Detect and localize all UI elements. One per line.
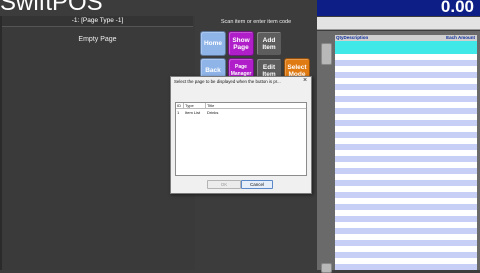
column-header-type: Type <box>185 103 194 108</box>
order-row <box>335 264 477 270</box>
page-list-header: ID Type Title <box>176 103 306 109</box>
app-title: SwiftPOS <box>0 0 103 16</box>
order-row <box>335 72 477 78</box>
scroll-up-button[interactable] <box>321 43 332 65</box>
ok-button[interactable]: OK <box>207 180 241 189</box>
scan-hint: Scan item or enter item code <box>220 19 292 25</box>
column-divider <box>205 103 206 109</box>
total-panel: 0.00 <box>317 0 480 16</box>
order-row <box>335 204 477 210</box>
close-icon[interactable]: × <box>300 76 310 86</box>
page-panel <box>0 16 195 270</box>
order-row <box>335 120 477 126</box>
item-entry-field[interactable] <box>317 17 480 30</box>
order-row <box>335 252 477 258</box>
column-header-amount: Each Amount <box>446 35 475 40</box>
row-title: Drinks <box>207 110 219 115</box>
order-row <box>335 216 477 222</box>
order-row <box>335 168 477 174</box>
order-row <box>335 180 477 186</box>
cancel-button[interactable]: Cancel <box>241 180 273 189</box>
order-row <box>335 108 477 114</box>
order-row <box>335 132 477 138</box>
order-row <box>335 84 477 90</box>
page-type-label: -1: [Page Type -1] <box>71 17 124 24</box>
column-header-id: ID <box>177 103 181 108</box>
show-page-button[interactable]: Show Page <box>228 31 254 56</box>
page-list-row[interactable]: 1 Item List Drinks <box>176 110 306 115</box>
order-row <box>335 60 477 66</box>
home-button[interactable]: Home <box>200 31 226 56</box>
column-header-qty: QtyDescription <box>336 35 369 40</box>
order-row <box>335 144 477 150</box>
order-row <box>335 228 477 234</box>
column-divider <box>183 103 184 109</box>
row-type: Item List <box>185 110 201 115</box>
order-row <box>335 192 477 198</box>
order-list[interactable] <box>335 35 477 270</box>
order-selected-row[interactable] <box>335 41 477 54</box>
order-row <box>335 96 477 102</box>
add-item-button[interactable]: Add Item <box>256 31 282 56</box>
total-amount: 0.00 <box>440 0 474 16</box>
order-row <box>335 156 477 162</box>
column-header-title: Title <box>207 103 215 108</box>
scroll-down-button[interactable] <box>321 263 332 273</box>
order-row <box>335 240 477 246</box>
empty-page-label: Empty Page <box>78 36 117 43</box>
dialog-title: Select the page to be displayed when the… <box>174 79 281 84</box>
row-id: 1 <box>177 110 180 115</box>
